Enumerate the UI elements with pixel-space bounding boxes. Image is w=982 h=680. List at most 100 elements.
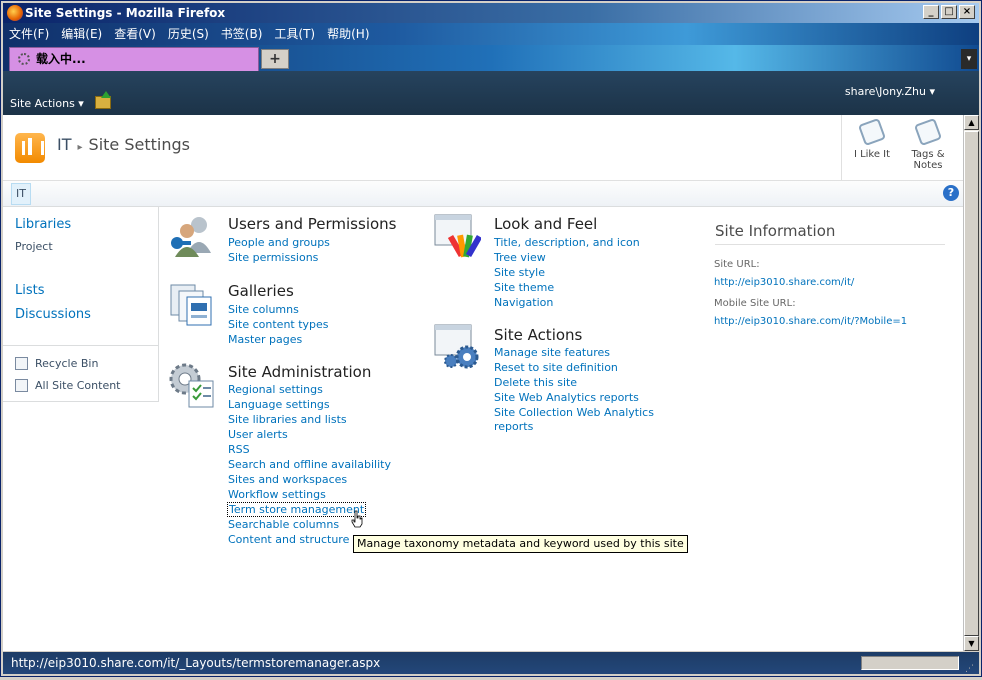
breadcrumb-separator-icon: ▸	[77, 142, 83, 153]
recycle-bin-link[interactable]: Recycle Bin	[15, 357, 98, 370]
thumb-tag-icon	[857, 117, 887, 147]
link-language-settings[interactable]: Language settings	[228, 398, 330, 411]
status-progress	[861, 656, 959, 670]
site-header: IT ▸ Site Settings I Like It Tags & Notes	[3, 115, 963, 181]
link-site-web-analytics[interactable]: Site Web Analytics reports	[494, 391, 639, 404]
quicklaunch-libraries[interactable]: Libraries	[15, 217, 71, 232]
tooltip: Manage taxonomy metadata and keyword use…	[353, 535, 688, 553]
scroll-up-button[interactable]: ▲	[964, 115, 979, 130]
quick-launch: Libraries Project Lists Discussions Recy…	[3, 207, 159, 402]
status-url: http://eip3010.share.com/it/_Layouts/ter…	[11, 656, 381, 670]
section-title-site-actions: Site Actions	[494, 326, 583, 344]
menu-bar: 文件(F) 编辑(E) 查看(V) 历史(S) 书签(B) 工具(T) 帮助(H…	[3, 23, 979, 45]
help-icon[interactable]: ?	[943, 185, 959, 201]
link-delete-this-site[interactable]: Delete this site	[494, 376, 577, 389]
link-workflow-settings[interactable]: Workflow settings	[228, 488, 326, 501]
link-title-description-icon[interactable]: Title, description, and icon	[494, 236, 640, 249]
section-title-galleries: Galleries	[228, 282, 294, 300]
menu-edit[interactable]: 编辑(E)	[61, 23, 102, 45]
all-site-content-link[interactable]: All Site Content	[15, 379, 121, 392]
site-administration-icon	[169, 363, 214, 408]
topnav-tab-it[interactable]: IT	[11, 183, 31, 205]
site-information-title: Site Information	[715, 222, 945, 245]
maximize-button[interactable]: □	[941, 5, 957, 19]
quicklaunch-divider	[3, 345, 159, 346]
link-content-structure[interactable]: Content and structure	[228, 533, 349, 546]
link-manage-site-features[interactable]: Manage site features	[494, 346, 610, 359]
status-bar: http://eip3010.share.com/it/_Layouts/ter…	[3, 652, 979, 674]
recycle-bin-label: Recycle Bin	[35, 357, 99, 370]
quicklaunch-project[interactable]: Project	[15, 240, 53, 253]
tags-notes-icon	[913, 117, 943, 147]
link-reset-site-definition[interactable]: Reset to site definition	[494, 361, 618, 374]
link-site-content-types[interactable]: Site content types	[228, 318, 329, 331]
mobile-url-label: Mobile Site URL:	[714, 298, 796, 309]
breadcrumb: IT ▸ Site Settings	[57, 135, 190, 154]
link-site-collection-analytics[interactable]: Site Collection Web Analytics	[494, 406, 654, 419]
menu-tools[interactable]: 工具(T)	[274, 23, 315, 45]
link-search-offline[interactable]: Search and offline availability	[228, 458, 391, 471]
site-logo-icon[interactable]	[15, 133, 45, 163]
all-site-content-icon	[15, 379, 28, 392]
minimize-button[interactable]: _	[923, 5, 939, 19]
site-url-link[interactable]: http://eip3010.share.com/it/	[714, 277, 854, 288]
section-title-users: Users and Permissions	[228, 215, 397, 233]
link-regional-settings[interactable]: Regional settings	[228, 383, 323, 396]
site-url-label: Site URL:	[714, 259, 760, 270]
tags-notes-button[interactable]: Tags & Notes	[900, 117, 956, 171]
hand-cursor-icon	[351, 510, 363, 528]
top-navigation: IT ?	[3, 181, 963, 207]
link-user-alerts[interactable]: User alerts	[228, 428, 288, 441]
window-title: Site Settings - Mozilla Firefox	[25, 6, 226, 20]
site-actions-icon	[434, 324, 479, 369]
page-content: IT ▸ Site Settings I Like It Tags & Notes …	[3, 115, 963, 651]
sharepoint-ribbon: Site Actions ▾ share\Jony.Zhu ▾	[3, 71, 979, 115]
link-rss[interactable]: RSS	[228, 443, 250, 456]
link-site-collection-analytics-cont[interactable]: reports	[494, 420, 533, 433]
look-and-feel-icon	[434, 214, 481, 258]
menu-history[interactable]: 历史(S)	[168, 23, 209, 45]
link-people-and-groups[interactable]: People and groups	[228, 236, 330, 249]
close-button[interactable]: ×	[959, 5, 975, 19]
loading-spinner-icon	[18, 53, 30, 65]
scroll-down-button[interactable]: ▼	[964, 636, 979, 651]
link-sites-workspaces[interactable]: Sites and workspaces	[228, 473, 347, 486]
new-tab-button[interactable]: +	[261, 49, 289, 69]
menu-file[interactable]: 文件(F)	[9, 23, 49, 45]
scroll-thumb[interactable]	[964, 131, 979, 636]
navigate-up-icon[interactable]	[95, 91, 111, 109]
i-like-it-label: I Like It	[853, 149, 891, 160]
link-site-theme[interactable]: Site theme	[494, 281, 554, 294]
quicklaunch-lists[interactable]: Lists	[15, 283, 45, 298]
link-master-pages[interactable]: Master pages	[228, 333, 302, 346]
menu-bookmarks[interactable]: 书签(B)	[221, 23, 263, 45]
vertical-scrollbar[interactable]: ▲ ▼	[963, 115, 979, 651]
breadcrumb-site-link[interactable]: IT	[57, 135, 72, 154]
quicklaunch-discussions[interactable]: Discussions	[15, 307, 91, 322]
link-site-columns[interactable]: Site columns	[228, 303, 299, 316]
menu-view[interactable]: 查看(V)	[114, 23, 156, 45]
link-site-style[interactable]: Site style	[494, 266, 545, 279]
all-site-content-label: All Site Content	[35, 379, 121, 392]
link-term-store-management[interactable]: Term store management	[227, 502, 367, 517]
tags-notes-label-1: Tags &	[911, 149, 945, 160]
browser-tab[interactable]: 载入中...	[9, 47, 259, 71]
i-like-it-button[interactable]: I Like It	[844, 117, 900, 160]
social-tools: I Like It Tags & Notes	[841, 115, 963, 181]
tab-label: 载入中...	[36, 52, 86, 66]
link-tree-view[interactable]: Tree view	[494, 251, 546, 264]
link-site-libraries-lists[interactable]: Site libraries and lists	[228, 413, 347, 426]
section-title-look-and-feel: Look and Feel	[494, 215, 598, 233]
menu-help[interactable]: 帮助(H)	[327, 23, 369, 45]
link-navigation[interactable]: Navigation	[494, 296, 553, 309]
link-site-permissions[interactable]: Site permissions	[228, 251, 318, 264]
galleries-icon	[170, 284, 212, 326]
tab-list-dropdown[interactable]: ▾	[961, 49, 977, 69]
user-menu[interactable]: share\Jony.Zhu ▾	[845, 85, 935, 98]
mobile-url-link[interactable]: http://eip3010.share.com/it/?Mobile=1	[714, 316, 907, 327]
resize-gripper-icon[interactable]: ⋰	[965, 658, 977, 674]
tags-notes-label-2: Notes	[913, 160, 943, 171]
site-actions-menu[interactable]: Site Actions ▾	[10, 97, 84, 110]
link-searchable-columns[interactable]: Searchable columns	[228, 518, 339, 531]
users-permissions-icon	[171, 217, 211, 257]
